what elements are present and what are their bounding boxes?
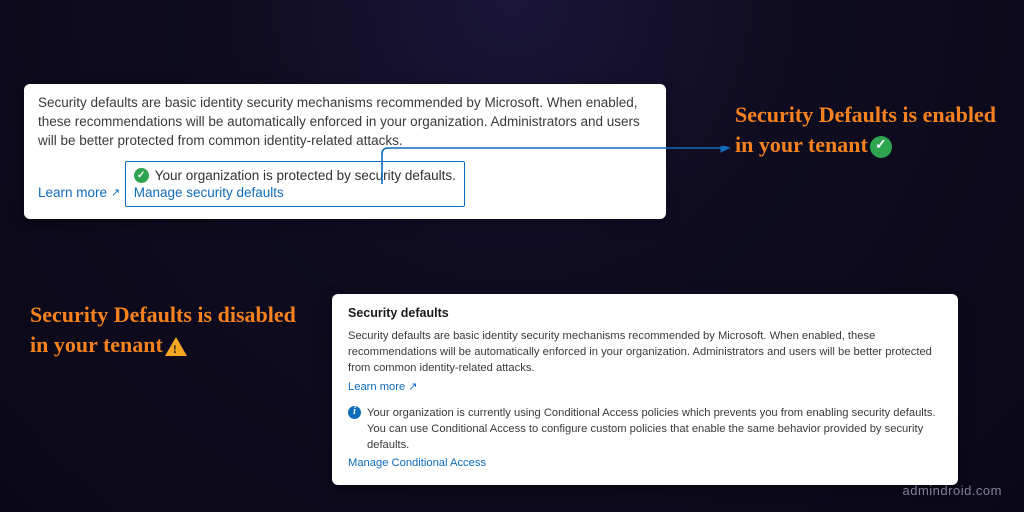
panel-heading: Security defaults xyxy=(348,306,942,320)
info-status-line: Your organization is currently using Con… xyxy=(348,405,942,454)
info-status-text: Your organization is currently using Con… xyxy=(367,405,942,454)
disabled-description: Security defaults are basic identity sec… xyxy=(348,328,942,377)
manage-security-defaults-link[interactable]: Manage security defaults xyxy=(134,185,456,200)
learn-more-link[interactable]: Learn more ↗ xyxy=(38,185,120,200)
learn-more-label-bottom: Learn more xyxy=(348,381,405,393)
enabled-status-box: Your organization is protected by securi… xyxy=(125,161,465,207)
external-link-icon: ↗ xyxy=(111,186,120,199)
security-defaults-disabled-panel: Security defaults Security defaults are … xyxy=(332,294,958,485)
enabled-callout: Security Defaults is enabled in your ten… xyxy=(735,100,1005,159)
disabled-callout: Security Defaults is disabled in your te… xyxy=(30,300,310,359)
warning-triangle-icon xyxy=(165,337,187,356)
disabled-callout-text: Security Defaults is disabled in your te… xyxy=(30,302,296,357)
enabled-status-line: Your organization is protected by securi… xyxy=(134,168,456,183)
external-link-icon: ↗ xyxy=(408,380,417,393)
learn-more-label: Learn more xyxy=(38,185,107,200)
check-circle-icon xyxy=(870,136,892,158)
enabled-status-text: Your organization is protected by securi… xyxy=(155,168,456,183)
enabled-callout-text: Security Defaults is enabled in your ten… xyxy=(735,102,996,157)
manage-conditional-access-link[interactable]: Manage Conditional Access xyxy=(348,457,486,469)
enabled-description: Security defaults are basic identity sec… xyxy=(38,94,652,151)
learn-more-link-bottom[interactable]: Learn more ↗ xyxy=(348,380,417,393)
watermark-text: admindroid.com xyxy=(903,483,1003,498)
security-defaults-enabled-panel: Security defaults are basic identity sec… xyxy=(24,84,666,219)
check-circle-icon xyxy=(134,168,149,183)
info-circle-icon xyxy=(348,406,361,419)
